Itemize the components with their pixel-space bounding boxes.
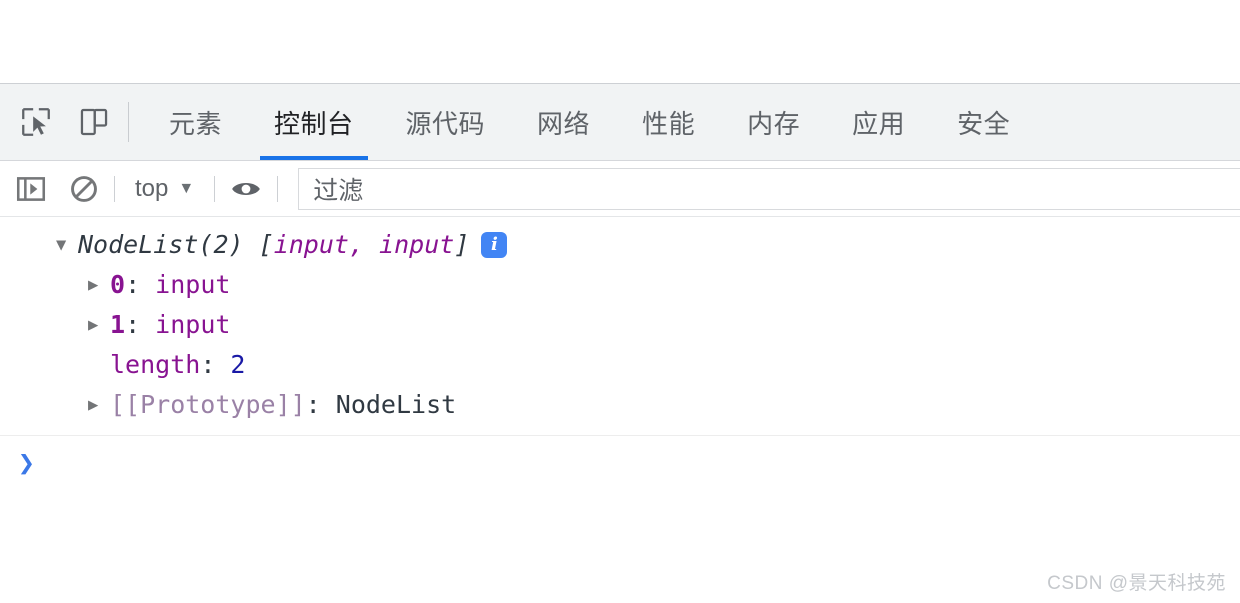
devtools-tabbar: 元素 控制台 源代码 网络 性能 内存 应用 安全 [0,84,1240,161]
tab-performance[interactable]: 性能 [616,84,721,160]
toolbar-divider-1 [114,175,115,202]
property-separator: : [200,350,231,379]
live-expression-eye-icon [232,182,261,195]
tab-security[interactable]: 安全 [931,84,1036,160]
tab-sources-label: 源代码 [405,108,486,139]
tab-network-label: 网络 [537,108,591,139]
tab-elements[interactable]: 元素 [143,84,248,160]
disclosure-triangle-collapsed-icon[interactable]: ▶ [88,265,110,305]
property-value[interactable]: NodeList [336,385,456,425]
prompt-chevron-icon: ❯ [18,446,35,479]
console-message-nodelist: ▼ NodeList(2) [ input, input ] i ▶ 0 : i… [0,217,1240,436]
toolbar-divider-3 [277,175,279,202]
tab-memory-label: 内存 [747,108,801,139]
console-prompt-input[interactable] [35,443,1240,483]
console-sidebar-button[interactable] [14,169,48,209]
devtools-tool-icons [0,84,114,160]
console-property-row[interactable]: length : 2 [0,345,1240,385]
property-key: [[Prototype]] [110,390,306,419]
web-page-viewport [0,0,1240,84]
tab-console[interactable]: 控制台 [248,84,380,160]
console-property-row[interactable]: ▶ 1 : input [0,305,1240,345]
property-value[interactable]: input [155,305,230,345]
tab-elements-label: 元素 [169,108,223,139]
info-badge-icon[interactable]: i [481,232,508,258]
devtools-tab-list: 元素 控制台 源代码 网络 性能 内存 应用 安全 [143,84,1240,160]
tab-memory[interactable]: 内存 [721,84,826,160]
console-output-area: ▼ NodeList(2) [ input, input ] i ▶ 0 : i… [0,217,1240,603]
execution-context-selector[interactable]: top ▼ [129,175,200,203]
property-key: 0 [110,270,126,299]
console-property-row[interactable]: ▶ 0 : input [0,265,1240,305]
property-key: 1 [110,310,126,339]
inspect-element-button[interactable] [16,102,56,142]
clear-console-button[interactable] [68,169,100,209]
console-sidebar-icon [16,176,46,201]
chevron-down-icon: ▼ [178,179,195,197]
disclosure-triangle-collapsed-icon[interactable]: ▶ [88,305,110,345]
console-property-row[interactable]: ▶ [[Prototype]] : NodeList [0,385,1240,425]
live-expression-button[interactable] [229,169,263,209]
property-separator: : [125,270,156,299]
property-value[interactable]: input [155,265,230,305]
disclosure-triangle-expanded-icon[interactable]: ▼ [56,225,78,265]
device-toolbar-button[interactable] [74,102,114,142]
object-preview-items: input, input [273,230,455,259]
tab-security-label: 安全 [957,108,1011,139]
property-separator: : [305,390,336,419]
property-key: length [110,350,201,379]
device-toolbar-icon [80,108,108,136]
watermark-label: CSDN @景天科技苑 [1047,573,1226,594]
console-toolbar: top ▼ 过滤 [0,161,1240,217]
object-preview-open-bracket: [ [243,230,274,259]
console-object-header-row[interactable]: ▼ NodeList(2) [ input, input ] i [0,225,1240,265]
console-prompt-row[interactable]: ❯ [0,436,1240,490]
tab-application[interactable]: 应用 [826,84,931,160]
tab-console-label: 控制台 [274,108,354,139]
tab-application-label: 应用 [852,108,906,139]
tab-network[interactable]: 网络 [511,84,616,160]
tab-performance-label: 性能 [642,108,696,139]
object-preview-close-bracket: ] [454,230,470,259]
toolbar-divider [128,102,129,142]
console-filter-input[interactable]: 过滤 [298,167,1240,210]
property-value: 2 [230,350,246,379]
inspect-element-icon [22,108,50,136]
tab-sources[interactable]: 源代码 [380,84,512,160]
console-filter-text: 过滤 [313,176,364,205]
object-constructor-label: NodeList(2) [78,230,244,259]
property-separator: : [125,310,156,339]
disclosure-triangle-collapsed-icon[interactable]: ▶ [88,385,110,425]
devtools-panel: 元素 控制台 源代码 网络 性能 内存 应用 安全 top ▼ 过滤 ▼ Nod… [0,84,1240,603]
execution-context-value: top [135,174,169,202]
clear-console-icon [71,175,97,202]
toolbar-divider-2 [214,175,216,202]
